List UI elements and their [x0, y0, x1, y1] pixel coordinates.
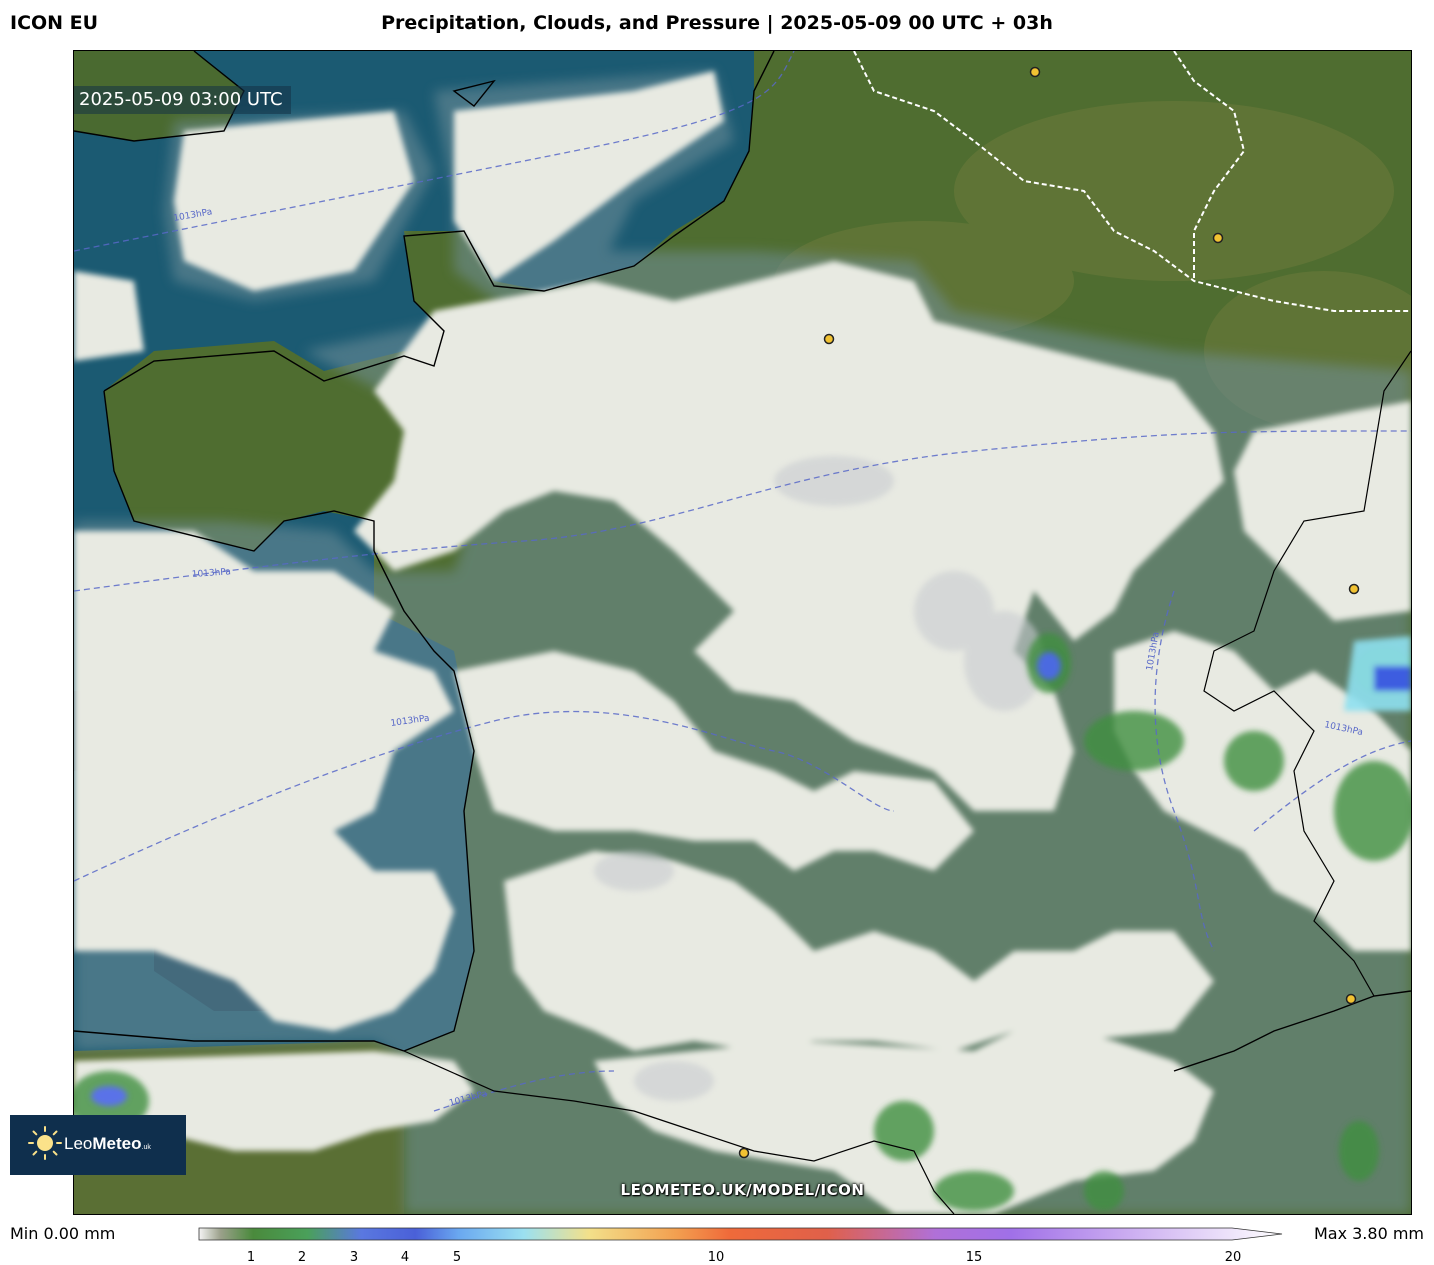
city-marker [1345, 993, 1357, 1005]
colorbar-tick: 1 [246, 1250, 256, 1265]
map-title: Precipitation, Clouds, and Pressure | 20… [381, 12, 1053, 34]
timestamp-label: 2025-05-09 03:00 UTC [74, 86, 291, 114]
watermark: LEOMETEO.UK/MODEL/ICON [620, 1181, 865, 1199]
max-value-label: Max 3.80 mm [1313, 1224, 1424, 1243]
colorbar-tick: 3 [349, 1250, 359, 1265]
logo-brand: Leo [64, 1134, 93, 1153]
colorbar-tick: 4 [400, 1250, 410, 1265]
logo-suffix: .uk [141, 1144, 151, 1151]
min-value-label: Min 0.00 mm [10, 1224, 116, 1243]
colorbar-tick: 5 [452, 1250, 462, 1265]
colorbar-tick: 10 [707, 1250, 725, 1265]
map-layers: 1013hPa 1013hPa 1013hPa 1013hPa 1013hPa … [74, 51, 1411, 1214]
precip-colorbar [198, 1227, 1283, 1241]
logo-brand-bold: Meteo [92, 1134, 142, 1153]
leometeo-logo[interactable]: LeoMeteo.uk [10, 1115, 186, 1175]
city-marker [1212, 232, 1224, 244]
city-marker [1348, 583, 1360, 595]
city-marker [1029, 66, 1041, 78]
sun-icon [28, 1126, 62, 1160]
logo-text: LeoMeteo.uk [64, 1134, 151, 1154]
colorbar-tick: 20 [1224, 1250, 1242, 1265]
colorbar-tick: 15 [965, 1250, 983, 1265]
city-marker [738, 1147, 750, 1159]
colorbar-tick: 2 [297, 1250, 307, 1265]
city-marker [823, 333, 835, 345]
weather-map[interactable]: 1013hPa 1013hPa 1013hPa 1013hPa 1013hPa … [73, 50, 1412, 1215]
